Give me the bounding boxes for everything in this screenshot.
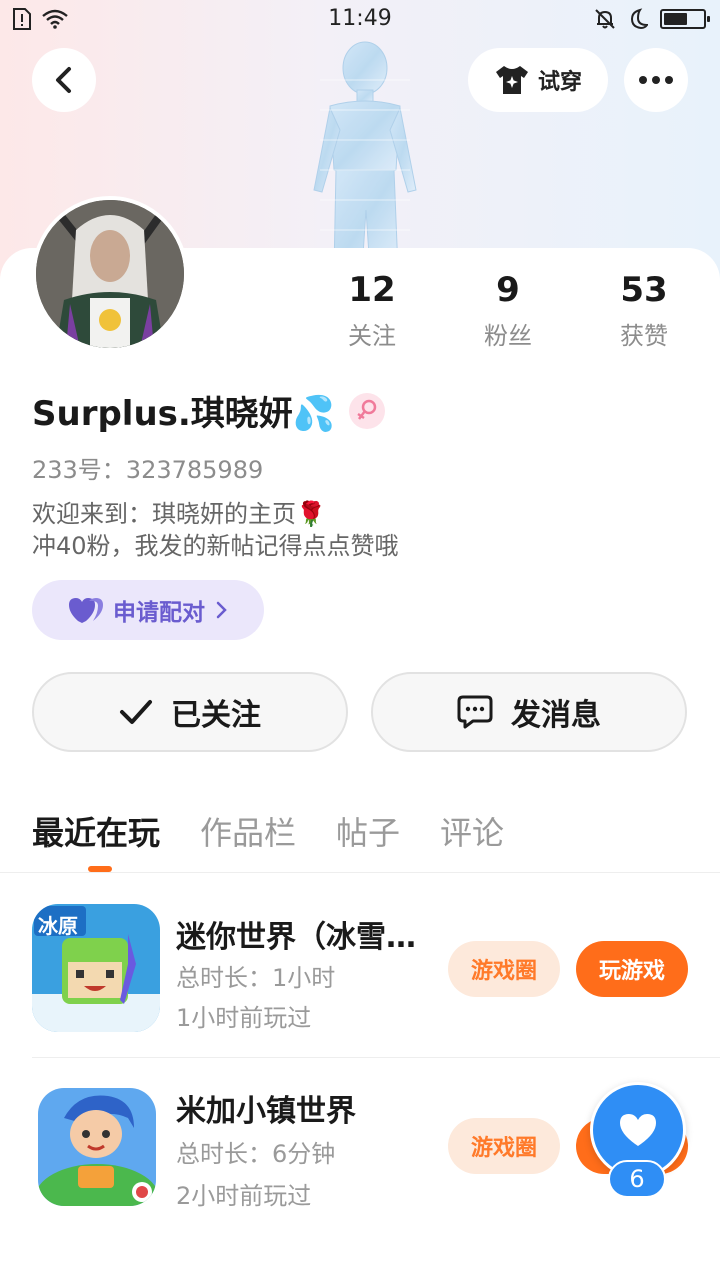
- send-message-button[interactable]: 发消息: [371, 672, 687, 752]
- game-title: 米加小镇世界: [176, 1094, 356, 1129]
- more-dot: [639, 76, 647, 84]
- avatar-3d-figure: [313, 41, 417, 270]
- stat-value: 12: [348, 270, 396, 310]
- tab-label: 评论: [440, 814, 505, 852]
- battery-icon: [660, 9, 710, 29]
- game-icon-badge: 冰原: [38, 914, 78, 938]
- game-duration: 总时长：6分钟: [176, 1140, 336, 1168]
- tab-recently-played[interactable]: 最近在玩: [32, 808, 161, 872]
- stat-label: 粉丝: [484, 322, 532, 350]
- status-bar: 11:49: [0, 0, 720, 40]
- stat-label: 关注: [348, 322, 396, 350]
- nickname: Surplus.琪晓妍💦: [32, 394, 336, 434]
- try-on-label: 试穿: [537, 70, 582, 95]
- stat-followers[interactable]: 9 粉丝: [440, 268, 576, 351]
- like-count-badge: 6: [608, 1160, 666, 1198]
- tab-comments[interactable]: 评论: [440, 808, 504, 854]
- chat-bubble-icon: [457, 695, 493, 729]
- more-dot: [652, 76, 660, 84]
- more-options-button[interactable]: [624, 48, 688, 112]
- tab-posts[interactable]: 帖子: [336, 808, 400, 854]
- stat-value: 9: [496, 270, 520, 310]
- bio-line: 冲40粉，我发的新帖记得点点赞哦: [32, 532, 399, 560]
- bio-line: 欢迎来到：琪晓妍的主页🌹: [32, 500, 326, 528]
- stat-value: 53: [620, 270, 668, 310]
- tab-works[interactable]: 作品栏: [200, 808, 296, 854]
- stat-label: 获赞: [620, 322, 668, 350]
- mute-bell-icon: [595, 9, 615, 29]
- tab-label: 作品栏: [200, 814, 297, 852]
- game-icon-mini-world[interactable]: 冰原: [32, 904, 160, 1032]
- chevron-left-icon: [56, 67, 71, 93]
- chevron-right-icon: [216, 601, 227, 619]
- game-circle-button[interactable]: 游戏圈: [448, 1118, 560, 1174]
- game-title: 迷你世界（冰雪…: [176, 920, 416, 955]
- send-message-label: 发消息: [511, 698, 601, 733]
- avatar[interactable]: [32, 196, 188, 352]
- nickname-row: Surplus.琪晓妍💦: [32, 386, 386, 435]
- followed-label: 已关注: [171, 698, 261, 733]
- pair-request-button[interactable]: 申请配对: [32, 580, 264, 640]
- game-icon-miga-town[interactable]: [38, 1088, 156, 1206]
- profile-tabs: 最近在玩 作品栏 帖子 评论: [32, 808, 504, 872]
- play-game-button[interactable]: 玩游戏: [576, 941, 688, 997]
- pair-label: 申请配对: [113, 600, 205, 626]
- game-last-played: 2小时前玩过: [176, 1182, 312, 1210]
- avatar-illustration: [36, 200, 184, 348]
- game-list-item[interactable]: 冰原 迷你世界（冰雪… 总时长：1小时 1小时前玩过 游戏圈 玩游戏: [0, 880, 720, 1052]
- game-duration: 总时长：1小时: [176, 964, 336, 992]
- profile-stats: 12 关注 9 粉丝 53 获赞: [304, 268, 712, 351]
- bio: 欢迎来到：琪晓妍的主页🌹 冲40粉，我发的新帖记得点点赞哦: [32, 498, 399, 562]
- checkmark-icon: [120, 700, 152, 724]
- outfit-sparkle-icon: [495, 66, 528, 94]
- heart-icon: [620, 1114, 656, 1146]
- user-id: 233号：323785989: [32, 456, 264, 484]
- more-dot: [665, 76, 673, 84]
- moon-icon: [630, 8, 648, 30]
- game-last-played: 1小时前玩过: [176, 1004, 312, 1032]
- tabs-divider: [0, 872, 720, 873]
- try-on-button[interactable]: 试穿: [468, 48, 608, 112]
- female-gender-icon: [349, 392, 386, 429]
- stat-following[interactable]: 12 关注: [304, 268, 440, 351]
- back-button[interactable]: [32, 48, 96, 112]
- followed-button[interactable]: 已关注: [32, 672, 348, 752]
- stat-likes[interactable]: 53 获赞: [576, 268, 712, 351]
- tab-label: 最近在玩: [32, 814, 161, 852]
- tab-label: 帖子: [336, 814, 401, 852]
- game-circle-button[interactable]: 游戏圈: [448, 941, 560, 997]
- heart-pair-icon: [69, 598, 103, 623]
